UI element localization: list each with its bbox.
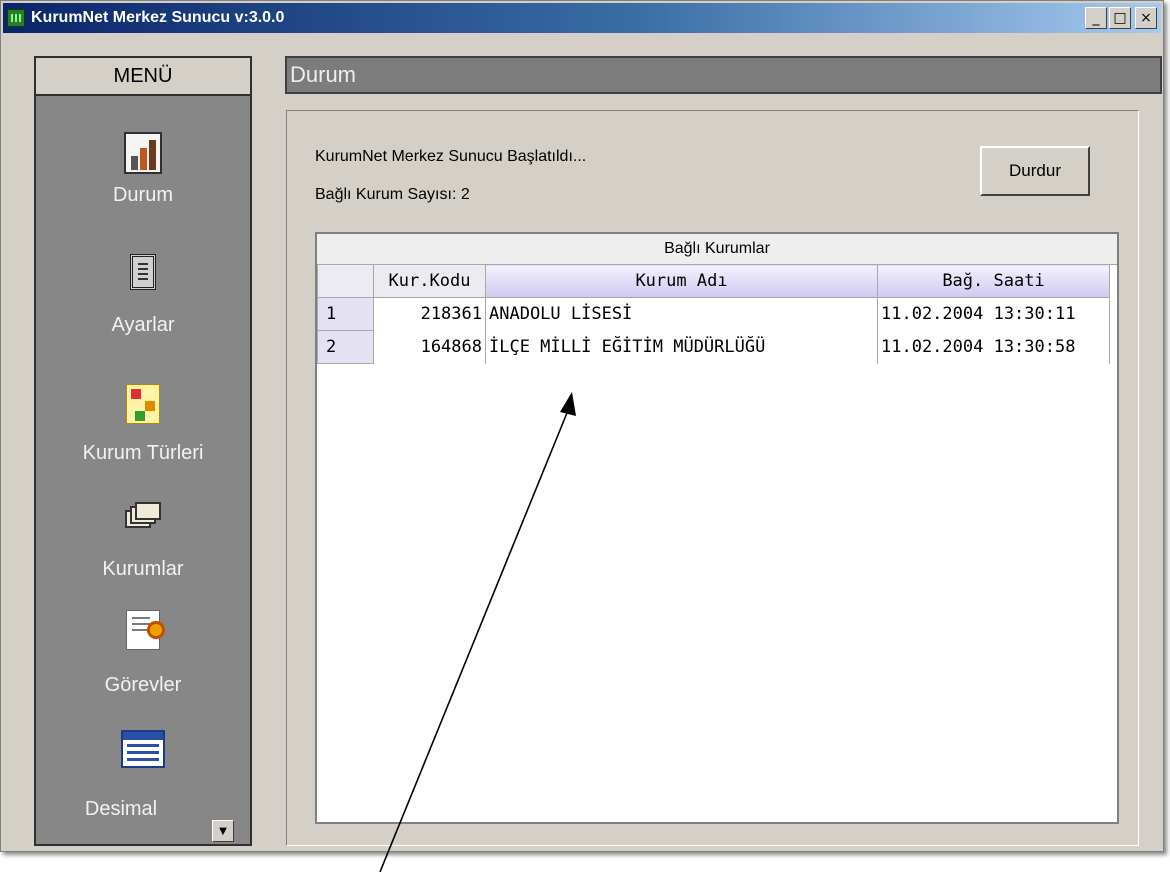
connected-institutions-grid[interactable]: Bağlı Kurumlar Kur.Kodu Kurum Adı Bağ. S… [315, 232, 1119, 824]
minimize-button[interactable]: _ [1085, 7, 1107, 29]
column-header-name[interactable]: Kurum Adı [485, 264, 878, 298]
column-header-code[interactable]: Kur.Kodu [373, 264, 486, 298]
sidebar-menu: MENÜ Durum Ayarlar Kurum Türleri Kurumla… [34, 56, 252, 846]
table-row[interactable]: 1 218361 ANADOLU LİSESİ 11.02.2004 13:30… [317, 297, 1110, 331]
row-number[interactable]: 2 [317, 330, 374, 364]
sidebar-item-label: Desimal [84, 798, 158, 820]
window-title: KurumNet Merkez Sunucu v:3.0.0 [31, 9, 285, 26]
institution-name-cell[interactable]: ANADOLU LİSESİ [485, 297, 878, 331]
sidebar-item-label: Kurumlar [102, 558, 184, 580]
sidebar-item-label: Ayarlar [111, 314, 175, 336]
connected-count-text: Bağlı Kurum Sayısı: 2 [315, 186, 470, 203]
status-chart-icon [124, 132, 162, 174]
server-status-text: KurumNet Merkez Sunucu Başlatıldı... [315, 148, 587, 165]
page-header: Durum [285, 56, 1162, 94]
menu-header: MENÜ [36, 58, 250, 96]
row-number-header [317, 264, 374, 298]
sidebar-item-ayarlar[interactable]: Ayarlar [36, 254, 250, 337]
sidebar-item-gorevler[interactable]: Görevler [36, 610, 250, 697]
institution-types-icon [126, 384, 160, 424]
page-title: Durum [290, 62, 357, 87]
sidebar-item-durum[interactable]: Durum [36, 132, 250, 207]
table-header-row: Kur.Kodu Kurum Adı Bağ. Saati [317, 264, 1110, 298]
maximize-button[interactable]: □ [1109, 7, 1131, 29]
connection-time-cell[interactable]: 11.02.2004 13:30:11 [877, 297, 1110, 331]
sidebar-item-kurum-turleri[interactable]: Kurum Türleri [36, 384, 250, 465]
sidebar-item-desimal[interactable]: Desimal [36, 730, 250, 821]
table-row[interactable]: 2 164868 İLÇE MİLLİ EĞİTİM MÜDÜRLÜĞÜ 11.… [317, 330, 1110, 364]
institution-code-cell[interactable]: 218361 [373, 297, 486, 331]
sidebar-item-label: Görevler [104, 674, 182, 696]
sidebar-item-kurumlar[interactable]: Kurumlar [36, 498, 250, 581]
sidebar-item-label: Kurum Türleri [82, 442, 204, 464]
column-header-time[interactable]: Bağ. Saati [877, 264, 1110, 298]
institutions-table: Kur.Kodu Kurum Adı Bağ. Saati 1 218361 A… [317, 264, 1110, 364]
row-number[interactable]: 1 [317, 297, 374, 331]
title-bar[interactable]: KurumNet Merkez Sunucu v:3.0.0 _ □ × [3, 3, 1161, 33]
connection-time-cell[interactable]: 11.02.2004 13:30:58 [877, 330, 1110, 364]
institution-code-cell[interactable]: 164868 [373, 330, 486, 364]
decimal-table-icon [121, 730, 165, 768]
close-button[interactable]: × [1135, 7, 1157, 29]
settings-document-icon [130, 254, 156, 290]
tasks-icon [126, 610, 165, 650]
sidebar-scroll-down-button[interactable]: ▼ [212, 820, 234, 842]
window-controls: _ □ × [1085, 7, 1157, 29]
institutions-stack-icon [123, 498, 163, 532]
stop-server-button[interactable]: Durdur [980, 146, 1090, 196]
sidebar-item-label: Durum [112, 184, 173, 206]
grid-caption: Bağlı Kurumlar [317, 234, 1117, 265]
institution-name-cell[interactable]: İLÇE MİLLİ EĞİTİM MÜDÜRLÜĞÜ [485, 330, 878, 364]
app-icon [7, 9, 25, 27]
